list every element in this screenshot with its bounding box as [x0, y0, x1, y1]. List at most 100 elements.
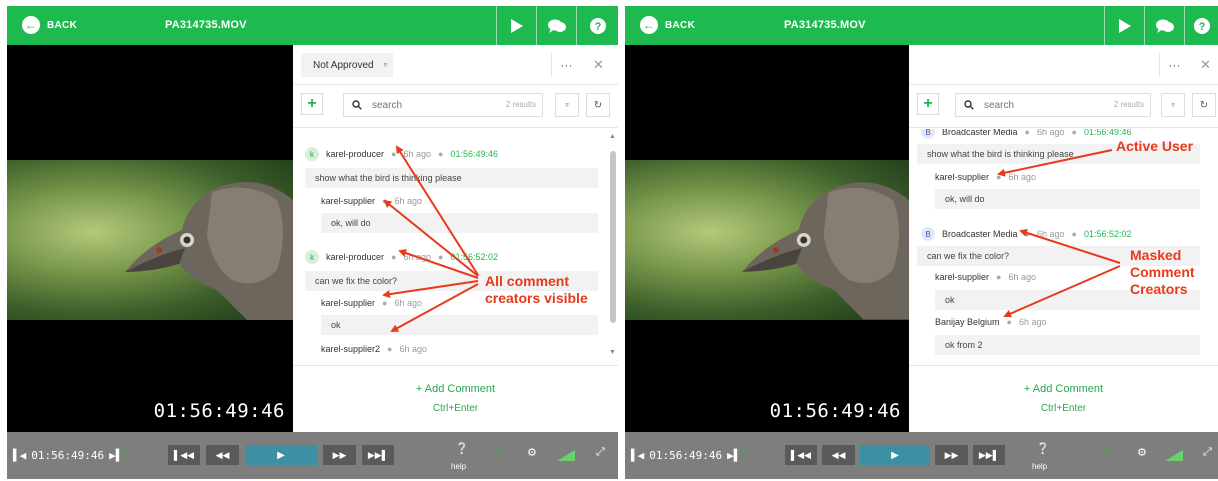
loop-icon[interactable]: ⟳	[1103, 448, 1111, 459]
skip-end-icon: ▶▶▌	[367, 449, 389, 460]
add-comment-link[interactable]: + Add Comment	[293, 383, 618, 395]
more-options-button[interactable]: ···	[1159, 53, 1189, 77]
reply-header: karel-supplier ● 6h ago	[321, 196, 422, 206]
reply-text: ok, will do	[935, 189, 1200, 209]
top-bar: ← BACK PA314735.MOV ?	[625, 6, 1218, 45]
status-dropdown[interactable]: Not Approved ▿	[301, 53, 393, 77]
reply-author: karel-supplier	[935, 172, 990, 182]
file-name: PA314735.MOV	[784, 19, 866, 31]
comment-timecode-link[interactable]: 01:56:49:46	[450, 149, 498, 159]
filter-button[interactable]: ▿	[555, 93, 579, 117]
search-input[interactable]	[984, 99, 1094, 111]
controls-timecode: ▌◀ 01:56:49:46 ▶▌	[13, 449, 123, 462]
play-pause-button[interactable]: ▶	[860, 445, 930, 465]
avatar: B	[921, 227, 935, 241]
back-button[interactable]: ← BACK	[640, 15, 695, 35]
viewer-panel-right: ← BACK PA314735.MOV ? 01:56:49:46 ··· ✕ …	[625, 6, 1218, 479]
search-box: 2 results	[343, 93, 543, 117]
search-input[interactable]	[372, 99, 482, 111]
fullscreen-icon[interactable]: ⤢	[1203, 446, 1212, 459]
settings-gear-icon[interactable]: ⚙	[1137, 446, 1147, 459]
search-row: + 2 results ▿ ↻	[909, 85, 1218, 128]
comment-text: can we fix the color?	[917, 246, 1200, 266]
video-frame	[625, 160, 909, 320]
reply-text: ok	[321, 315, 598, 335]
comment-age: 6h ago	[403, 149, 431, 159]
help-button[interactable]: ?	[576, 6, 618, 45]
comment-timecode-link[interactable]: 01:56:52:02	[1084, 229, 1132, 239]
reply-age: 6h ago	[394, 196, 422, 206]
play-icon	[1118, 18, 1131, 33]
filter-button[interactable]: ▿	[1161, 93, 1185, 117]
results-count: 2 results	[1113, 100, 1144, 109]
rewind-button[interactable]: ◀◀	[206, 445, 239, 465]
comment-timecode-link[interactable]: 01:56:49:46	[1084, 129, 1132, 137]
help-icon[interactable]: ❔	[455, 442, 469, 455]
help-button[interactable]: ?	[1184, 6, 1218, 45]
refresh-button[interactable]: ↻	[1192, 93, 1216, 117]
scroll-down-icon: ▼	[609, 349, 616, 356]
loop-icon[interactable]: ⟳	[494, 448, 502, 459]
volume-icon[interactable]	[557, 450, 575, 461]
add-comment-link[interactable]: + Add Comment	[909, 383, 1218, 395]
bird-image	[125, 182, 293, 320]
video-timecode: 01:56:49:46	[769, 400, 901, 422]
reply-author: Banijay Belgium	[935, 317, 1000, 327]
skip-end-button[interactable]: ▶▶▌	[973, 445, 1005, 465]
file-name: PA314735.MOV	[165, 19, 247, 31]
skip-start-button[interactable]: ▌◀◀	[785, 445, 817, 465]
settings-gear-icon[interactable]: ⚙	[527, 446, 537, 459]
video-area[interactable]: 01:56:49:46	[7, 45, 293, 432]
comments-button[interactable]	[536, 6, 576, 45]
close-icon[interactable]: ✕	[593, 57, 604, 73]
reply-text: ok	[935, 290, 1200, 310]
skip-start-button[interactable]: ▌◀◀	[168, 445, 200, 465]
status-row: Not Approved ▿ ··· ✕	[293, 45, 618, 85]
status-value: Not Approved	[313, 59, 374, 71]
video-area[interactable]: 01:56:49:46	[625, 45, 909, 432]
chevron-down-icon: ▿	[383, 62, 388, 69]
back-arrow-icon: ←	[640, 16, 658, 34]
close-icon[interactable]: ✕	[1200, 57, 1211, 73]
help-label: help	[451, 462, 467, 471]
fast-forward-button[interactable]: ▶▶	[935, 445, 968, 465]
scroll-thumb[interactable]	[610, 151, 616, 323]
comment-age: 6h ago	[1036, 229, 1065, 239]
fast-forward-button[interactable]: ▶▶	[323, 445, 356, 465]
player-controls: ▌◀ 01:56:49:46 ▶▌ ⇤ ▌◀◀ ◀◀ ▶ ▶▶ ▶▶▌ ❔ he…	[7, 432, 618, 479]
add-comment-plus-button[interactable]: +	[301, 93, 323, 115]
reply-age: 6h ago	[1008, 172, 1036, 182]
reply-age: 6h ago	[399, 344, 427, 354]
plus-icon: +	[923, 95, 933, 112]
comment-scrollbar[interactable]: ▲ ▼	[609, 133, 616, 357]
volume-icon[interactable]	[1165, 450, 1183, 461]
more-options-button[interactable]: ···	[551, 53, 581, 77]
comment-timecode-link[interactable]: 01:56:52:02	[450, 252, 498, 262]
video-frame	[7, 160, 293, 320]
play-button[interactable]	[496, 6, 536, 45]
avatar: B	[921, 129, 935, 139]
add-comment-plus-button[interactable]: +	[917, 93, 939, 115]
mark-in-icon[interactable]: ⇤	[121, 448, 129, 459]
play-icon	[510, 18, 523, 33]
back-button[interactable]: ← BACK	[22, 15, 77, 35]
comments-button[interactable]	[1144, 6, 1184, 45]
help-icon[interactable]: ❔	[1036, 442, 1050, 455]
prev-mark-icon[interactable]: ▌◀	[13, 449, 26, 462]
refresh-button[interactable]: ↻	[586, 93, 610, 117]
comment-text: show what the bird is thinking please	[917, 144, 1200, 164]
fullscreen-icon[interactable]: ⤢	[596, 446, 605, 459]
comment-list: B Broadcaster Media ● 6h ago ● 01:56:49:46…	[909, 129, 1218, 366]
back-label: BACK	[47, 19, 78, 31]
reply-age: 6h ago	[1008, 272, 1036, 282]
skip-end-button[interactable]: ▶▶▌	[362, 445, 394, 465]
comment-list: k karel-producer ● 6h ago ● 01:56:49:46 sh…	[293, 129, 618, 366]
mark-in-icon[interactable]: ⇤	[739, 448, 747, 459]
filter-icon: ▿	[565, 102, 569, 109]
play-pause-button[interactable]: ▶	[245, 445, 317, 465]
prev-mark-icon[interactable]: ▌◀	[631, 449, 644, 462]
more-icon: ···	[1168, 58, 1181, 72]
reply-header: karel-supplier ● 6h ago	[935, 272, 1036, 282]
play-button[interactable]	[1104, 6, 1144, 45]
rewind-button[interactable]: ◀◀	[822, 445, 855, 465]
